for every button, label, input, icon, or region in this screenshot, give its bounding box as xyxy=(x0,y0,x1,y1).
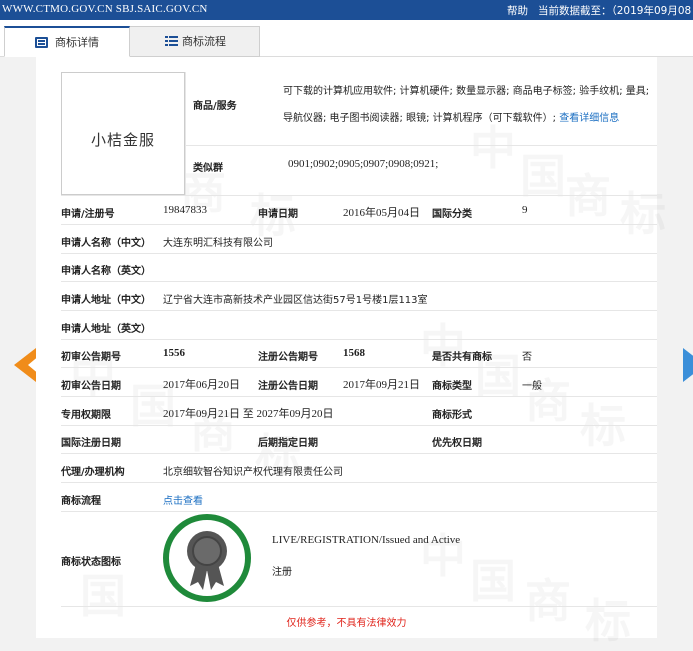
reg-pub-date-label: 注册公告日期 xyxy=(258,381,318,392)
applicant-cn-label: 申请人名称（中文） xyxy=(61,238,151,249)
divider xyxy=(61,425,657,426)
address-cn-value: 辽宁省大连市高新技术产业园区信达街57号1号楼1层113室 xyxy=(163,295,428,306)
divider xyxy=(61,253,657,254)
intl-reg-date-label: 国际注册日期 xyxy=(61,438,121,449)
view-flow-link[interactable]: 点击查看 xyxy=(163,492,203,507)
list-detail-icon xyxy=(35,37,48,48)
site-url: WWW.CTMO.GOV.CN SBJ.SAIC.GOV.CN xyxy=(2,3,208,15)
list-flow-icon xyxy=(165,36,178,47)
divider xyxy=(61,339,657,340)
exclusive-value: 2017年09月21日 至 2027年09月20日 xyxy=(163,408,334,420)
status-icon-label: 商标状态图标 xyxy=(61,557,121,568)
goods-services: 可下载的计算机应用软件; 计算机硬件; 数量显示器; 商品电子标签; 验手纹机;… xyxy=(283,78,659,132)
divider xyxy=(61,606,657,607)
disclaimer: 仅供参考，不具有法律效力 xyxy=(286,618,407,629)
trademark-image-text: 小桔金服 xyxy=(90,131,155,149)
applicant-en-label: 申请人名称（英文） xyxy=(61,266,151,277)
reg-no-label: 申请/注册号 xyxy=(61,209,115,220)
trademark-image: 小桔金服 xyxy=(61,72,185,195)
tab-label: 商标详情 xyxy=(55,36,99,49)
address-cn-label: 申请人地址（中文） xyxy=(61,295,151,306)
registered-seal-icon xyxy=(163,514,251,602)
reg-pub-no-value: 1568 xyxy=(343,347,365,359)
status-en: LIVE/REGISTRATION/Issued and Active xyxy=(272,534,461,546)
agent-label: 代理/办理机构 xyxy=(61,467,125,478)
flow-label: 商标流程 xyxy=(61,496,101,507)
later-date-label: 后期指定日期 xyxy=(258,438,318,449)
intl-class-value: 9 xyxy=(522,204,528,216)
divider xyxy=(185,72,186,195)
tab-trademark-detail[interactable]: 商标详情 xyxy=(4,26,130,57)
tm-type-label: 商标类型 xyxy=(432,381,472,392)
divider xyxy=(61,511,657,512)
help-link[interactable]: 帮助 xyxy=(507,3,528,18)
reg-pub-no-label: 注册公告期号 xyxy=(258,352,318,363)
reg-no-value: 19847833 xyxy=(163,204,207,216)
prev-arrow-cutout xyxy=(28,355,40,375)
status-cn: 注册 xyxy=(272,567,292,578)
shared-label: 是否共有商标 xyxy=(432,352,492,363)
reg-pub-date-value: 2017年09月21日 xyxy=(343,379,420,391)
address-en-label: 申请人地址（英文） xyxy=(61,324,151,335)
priority-date-label: 优先权日期 xyxy=(432,438,482,449)
intl-class-label: 国际分类 xyxy=(432,209,472,220)
divider xyxy=(61,396,657,397)
divider xyxy=(61,281,657,282)
next-arrow-icon[interactable] xyxy=(683,348,693,382)
divider xyxy=(61,367,657,368)
view-details-link[interactable]: 查看详细信息 xyxy=(559,113,619,124)
divider xyxy=(185,145,657,146)
app-date-value: 2016年05月04日 xyxy=(343,207,420,219)
tm-form-label: 商标形式 xyxy=(432,410,472,421)
exclusive-label: 专用权期限 xyxy=(61,410,111,421)
tab-label: 商标流程 xyxy=(182,35,226,48)
top-bar: WWW.CTMO.GOV.CN SBJ.SAIC.GOV.CN 帮助 当前数据截… xyxy=(0,0,693,32)
goods-label: 商品/服务 xyxy=(193,101,237,112)
prelim-date-label: 初审公告日期 xyxy=(61,381,121,392)
divider xyxy=(61,482,657,483)
prelim-date-value: 2017年06月20日 xyxy=(163,379,240,391)
prelim-no-value: 1556 xyxy=(163,347,185,359)
applicant-cn-value: 大连东明汇科技有限公司 xyxy=(163,238,273,249)
app-date-label: 申请日期 xyxy=(258,209,298,220)
tab-bar: 商标详情 商标流程 xyxy=(0,20,693,57)
similar-group-value: 0901;0902;0905;0907;0908;0921; xyxy=(288,158,439,170)
divider xyxy=(61,453,657,454)
tm-type-value: 一般 xyxy=(522,381,542,392)
agent-value: 北京细软智谷知识产权代理有限责任公司 xyxy=(163,467,343,478)
similar-group-label: 类似群 xyxy=(193,163,223,174)
divider xyxy=(61,310,657,311)
divider xyxy=(61,224,657,225)
divider xyxy=(61,195,657,196)
prelim-no-label: 初审公告期号 xyxy=(61,352,121,363)
shared-value: 否 xyxy=(522,352,532,363)
tab-trademark-flow[interactable]: 商标流程 xyxy=(130,26,260,57)
